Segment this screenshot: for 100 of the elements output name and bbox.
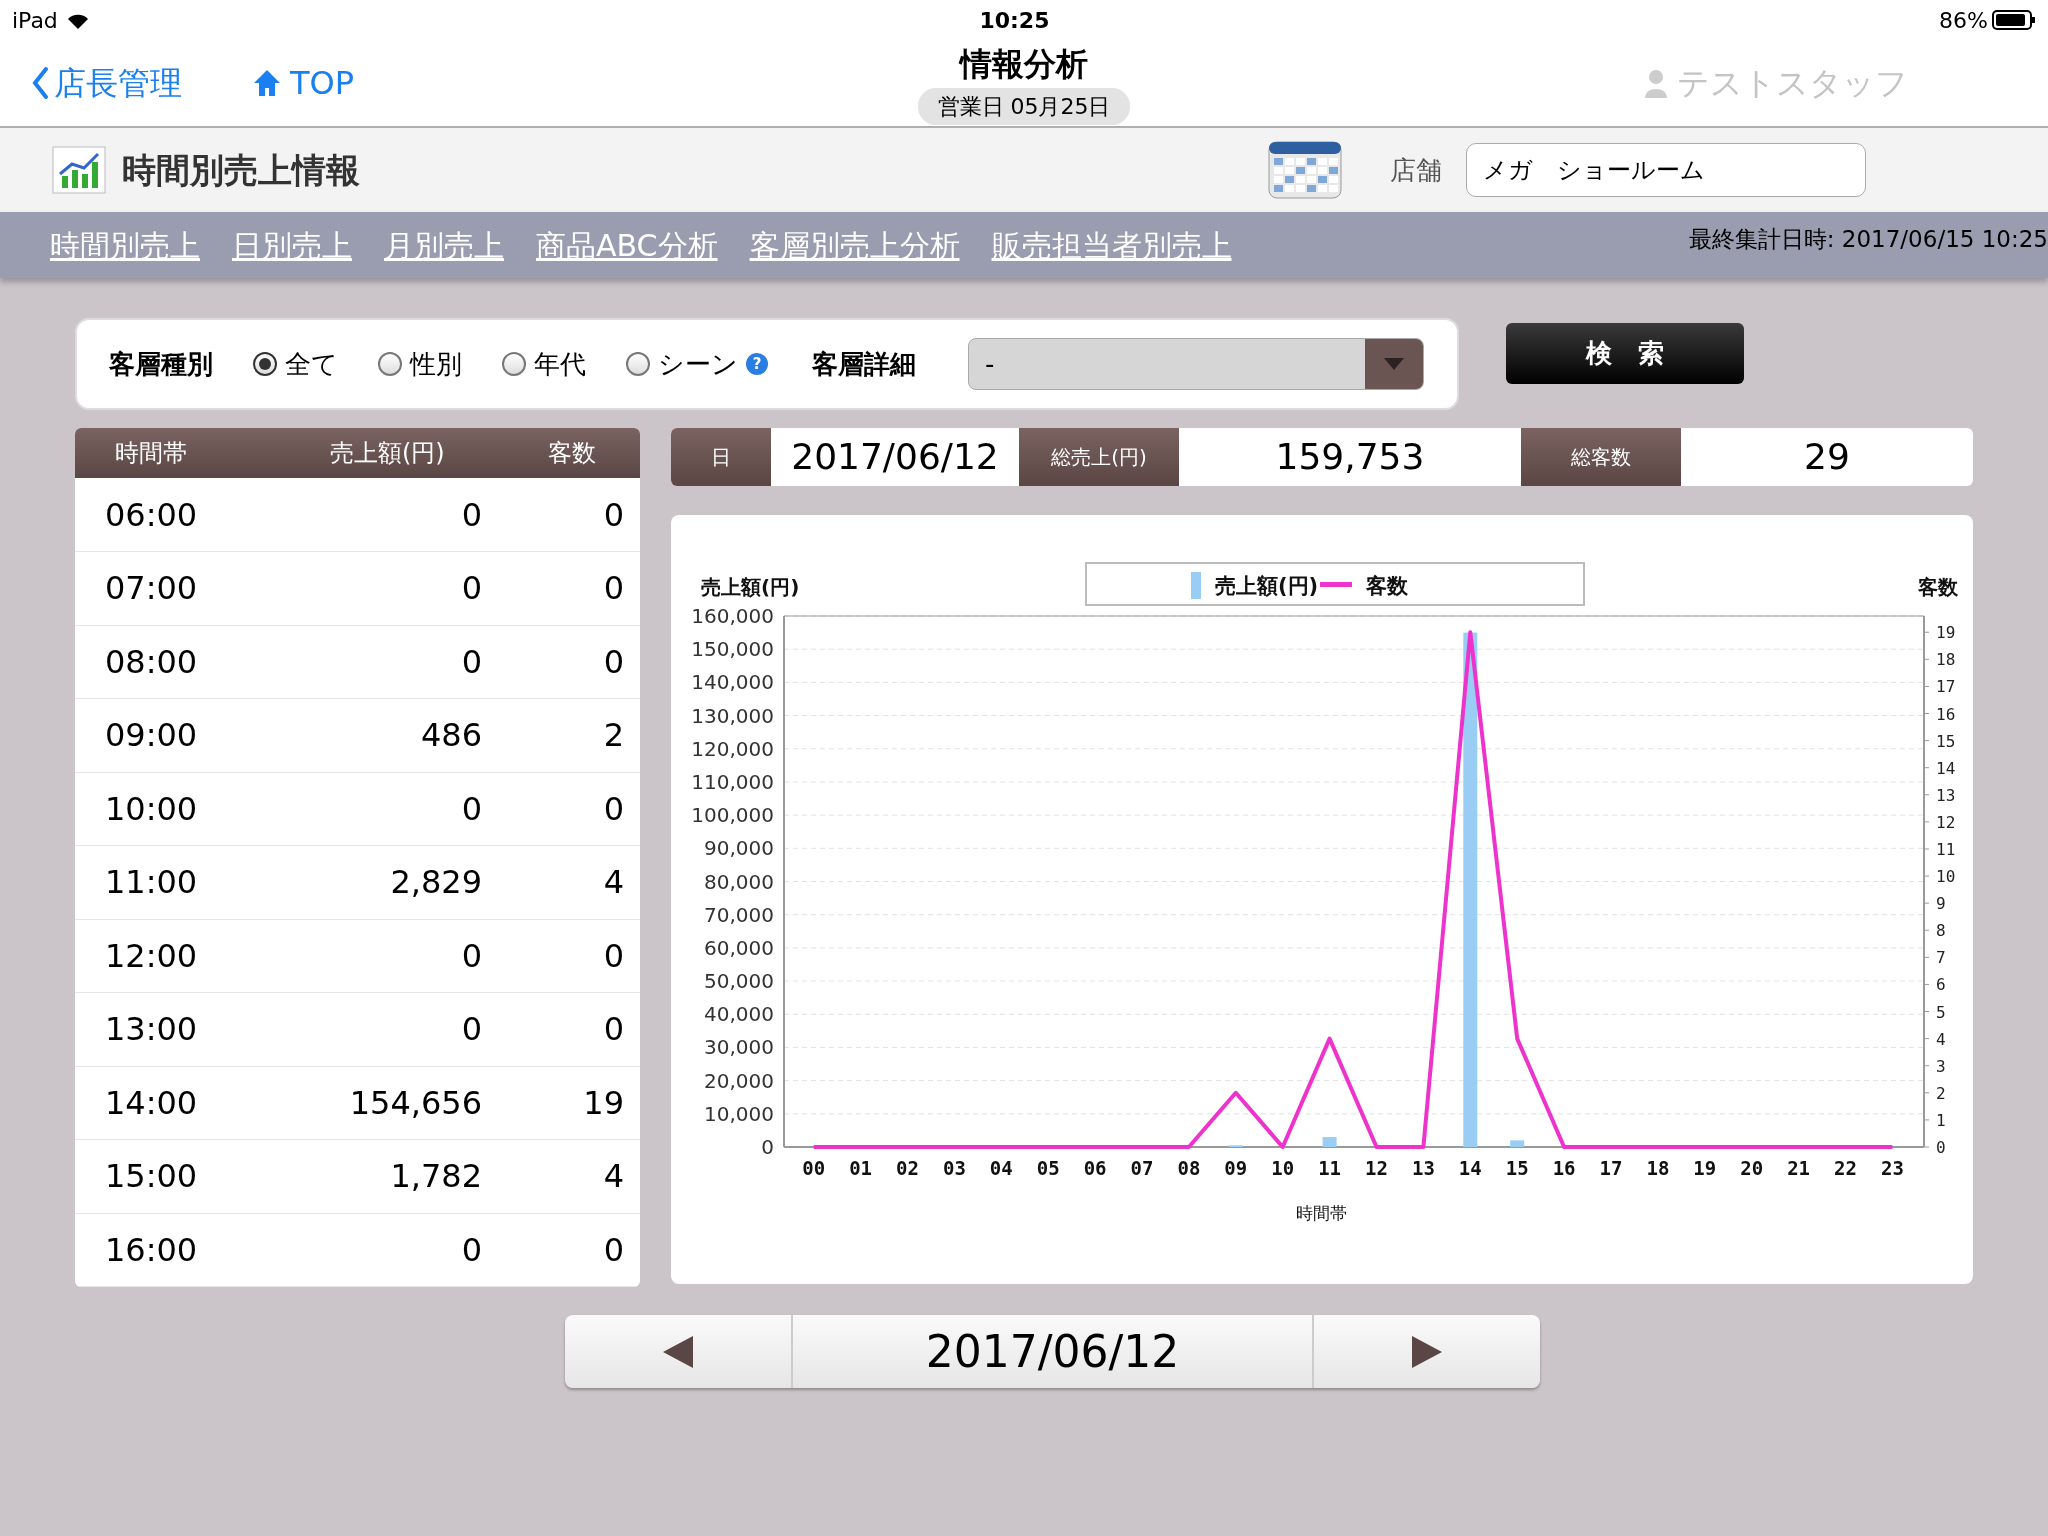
- triangle-left-icon: [663, 1335, 693, 1368]
- y2-tick-label: 6: [1936, 975, 1946, 995]
- x-tick-label: 16: [1552, 1157, 1576, 1179]
- x-tick-label: 06: [1083, 1157, 1107, 1179]
- tab-link[interactable]: 時間別売上: [50, 222, 200, 268]
- x-tick-label: 15: [1505, 1157, 1529, 1179]
- y-tick-label: 100,000: [691, 803, 774, 828]
- x-tick-label: 23: [1880, 1157, 1904, 1179]
- y-tick-label: 0: [761, 1135, 774, 1159]
- y2-tick-label: 2: [1936, 1083, 1946, 1103]
- y-tick-label: 90,000: [704, 836, 774, 861]
- y2-tick-label: 8: [1936, 921, 1946, 941]
- table-cell: 0: [330, 1213, 548, 1287]
- y2-tick-label: 0: [1936, 1138, 1946, 1157]
- y2-axis-title: 客数: [1918, 575, 1958, 599]
- table-cell: 1,782: [330, 1139, 548, 1213]
- tab-link[interactable]: 商品ABC分析: [536, 222, 718, 268]
- column-header: 時間帯: [75, 428, 330, 478]
- y2-tick-label: 1: [1936, 1110, 1946, 1130]
- device-name: iPad: [12, 6, 58, 35]
- summary-label: 総売上(円): [1019, 428, 1179, 486]
- x-tick-label: 00: [802, 1157, 826, 1179]
- x-tick-label: 13: [1411, 1157, 1435, 1179]
- y-tick-label: 130,000: [691, 703, 774, 728]
- back-button[interactable]: 店長管理: [30, 59, 182, 107]
- person-icon: [1643, 68, 1669, 98]
- table-cell: 154,656: [330, 1066, 548, 1140]
- x-tick-label: 18: [1646, 1157, 1670, 1179]
- bar: [1510, 1140, 1525, 1147]
- x-tick-label: 01: [849, 1157, 873, 1179]
- table-cell: 11:00: [75, 845, 330, 919]
- table-cell: 13:00: [75, 992, 330, 1066]
- search-button[interactable]: 検 索: [1506, 323, 1744, 384]
- home-icon: [252, 68, 282, 98]
- table-cell: 0: [330, 478, 548, 552]
- x-tick-label: 03: [942, 1157, 966, 1179]
- page-title: 時間別売上情報: [122, 148, 360, 192]
- nav-title: 情報分析: [960, 44, 1088, 85]
- x-tick-label: 11: [1318, 1157, 1342, 1179]
- date-display: 2017/06/12: [791, 1315, 1314, 1388]
- y2-tick-label: 13: [1936, 785, 1956, 805]
- y2-tick-label: 18: [1936, 650, 1956, 670]
- y-tick-label: 80,000: [704, 869, 774, 894]
- chevron-left-icon: [30, 66, 50, 100]
- table-cell: 0: [548, 551, 640, 625]
- table-cell: 0: [548, 1213, 640, 1287]
- last-updated: 最終集計日時: 2017/06/15 10:25: [1688, 225, 2048, 254]
- table-cell: 08:00: [75, 625, 330, 699]
- table-cell: 09:00: [75, 698, 330, 772]
- y-tick-label: 160,000: [691, 604, 774, 628]
- store-label: 店舗: [1390, 153, 1442, 187]
- x-tick-label: 10: [1271, 1157, 1295, 1179]
- tab-link[interactable]: 販売担当者別売上: [991, 222, 1232, 268]
- tab-link[interactable]: 月別売上: [384, 222, 504, 268]
- table-cell: 0: [330, 919, 548, 993]
- x-tick-label: 14: [1458, 1157, 1482, 1179]
- radio-option[interactable]: シーン ?: [626, 344, 768, 384]
- table-cell: 2,829: [330, 845, 548, 919]
- home-button[interactable]: TOP: [252, 59, 355, 107]
- y2-tick-label: 14: [1936, 758, 1956, 778]
- tab-link[interactable]: 客層別売上分析: [749, 222, 960, 268]
- business-date: 営業日 05月25日: [917, 88, 1131, 125]
- y-axis-title: 売上額(円): [701, 575, 800, 599]
- summary-label: 総客数: [1521, 428, 1681, 486]
- radio-option[interactable]: 性別: [378, 344, 462, 384]
- x-tick-label: 22: [1834, 1157, 1857, 1179]
- y-tick-label: 30,000: [704, 1035, 774, 1060]
- y2-tick-label: 9: [1936, 894, 1946, 914]
- store-field[interactable]: メガ ショールーム: [1466, 143, 1866, 197]
- y2-tick-label: 7: [1936, 948, 1946, 968]
- y2-tick-label: 5: [1936, 1002, 1946, 1022]
- y2-tick-label: 16: [1936, 704, 1956, 724]
- y2-tick-label: 15: [1936, 731, 1956, 751]
- y2-tick-label: 3: [1936, 1056, 1946, 1076]
- table-cell: 06:00: [75, 478, 330, 552]
- battery-percent: 86%: [1939, 6, 1988, 35]
- radio-option[interactable]: 全て: [253, 344, 338, 384]
- table-cell: 0: [330, 625, 548, 699]
- radio-option[interactable]: 年代: [502, 344, 586, 384]
- table-cell: 12:00: [75, 919, 330, 993]
- legend-label: 売上額(円): [1215, 574, 1319, 598]
- summary-value: 159,753: [1274, 435, 1426, 479]
- table-cell: 10:00: [75, 772, 330, 846]
- battery-icon: [1992, 10, 2036, 30]
- filter-label: 客層種別: [109, 347, 213, 381]
- y-tick-label: 10,000: [704, 1101, 774, 1126]
- legend-label: 客数: [1366, 574, 1408, 598]
- y2-tick-label: 17: [1936, 677, 1956, 697]
- x-tick-label: 07: [1130, 1157, 1154, 1179]
- x-tick-label: 19: [1693, 1157, 1717, 1179]
- y-tick-label: 70,000: [704, 902, 774, 927]
- y-tick-label: 60,000: [704, 935, 774, 960]
- tab-link[interactable]: 日別売上: [232, 222, 352, 268]
- table-cell: 0: [330, 551, 548, 625]
- caret-down-icon: [1384, 358, 1404, 370]
- help-icon[interactable]: ?: [746, 353, 768, 375]
- calendar-icon[interactable]: [1268, 141, 1342, 199]
- detail-dropdown[interactable]: -: [968, 338, 1424, 390]
- y2-tick-label: 12: [1936, 812, 1956, 832]
- table-cell: 4: [548, 1139, 640, 1213]
